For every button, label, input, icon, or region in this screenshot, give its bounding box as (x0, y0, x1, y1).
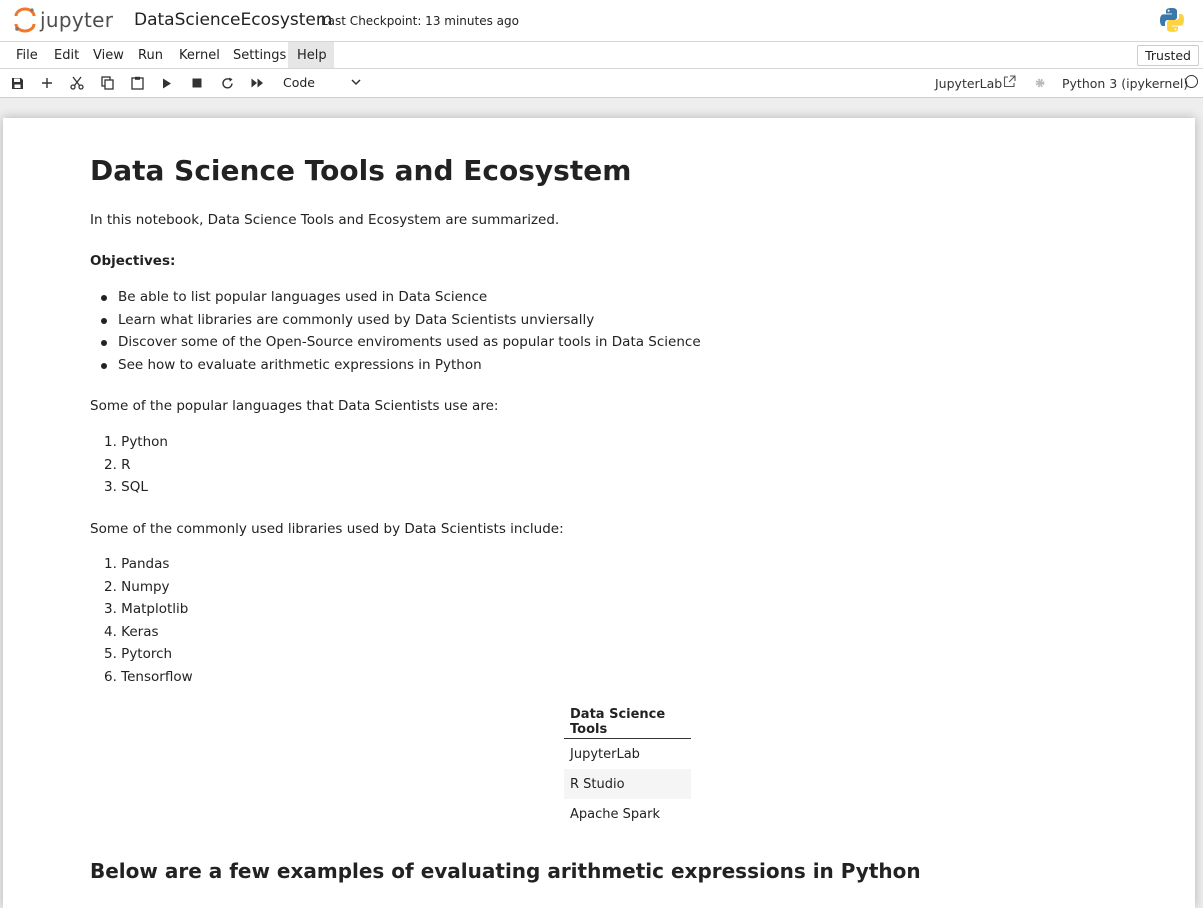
chevron-down-icon (351, 79, 361, 86)
kernel-status-icon (1185, 75, 1198, 88)
languages-list: 1. Python 2. R 3. SQL (90, 431, 168, 499)
tools-table: Data Science Tools JupyterLab R Studio A… (564, 706, 691, 829)
list-item: See how to evaluate arithmetic expressio… (90, 354, 701, 377)
gear-icon (1035, 78, 1045, 88)
table-header-cell: Data Science Tools (564, 706, 691, 739)
menu-settings[interactable]: Settings (226, 42, 293, 68)
table-row: JupyterLab (564, 739, 691, 770)
libraries-list: 1. Pandas 2. Numpy 3. Matplotlib 4. Kera… (90, 553, 193, 688)
menu-run[interactable]: Run (131, 42, 170, 68)
trusted-badge[interactable]: Trusted (1137, 45, 1199, 66)
restart-icon (221, 77, 233, 89)
save-button[interactable] (8, 75, 26, 91)
insert-cell-button[interactable] (38, 75, 56, 91)
cell-type-select[interactable]: Code (283, 75, 363, 91)
copy-icon (100, 76, 114, 90)
list-item: 2. Numpy (104, 578, 170, 595)
plus-icon (42, 78, 52, 88)
table-header-row: Data Science Tools (564, 706, 691, 739)
objectives-label: Objectives: (90, 253, 176, 269)
bullet-icon (101, 340, 107, 346)
list-item: 2. R (104, 456, 131, 473)
stop-icon (192, 78, 202, 88)
table-cell: JupyterLab (570, 746, 640, 762)
notebook-heading: Data Science Tools and Ecosystem (90, 154, 632, 187)
list-item: 1. Python (104, 434, 168, 450)
objectives-list: Be able to list popular languages used i… (90, 286, 701, 376)
logo-text: jupyter (40, 8, 114, 32)
intro-text: In this notebook, Data Science Tools and… (90, 212, 560, 228)
interrupt-button[interactable] (188, 75, 206, 91)
fast-forward-icon (251, 78, 263, 88)
menu-kernel[interactable]: Kernel (172, 42, 227, 68)
list-item: 5. Pytorch (104, 646, 173, 662)
python-logo-icon (1160, 8, 1184, 32)
table-row: R Studio (564, 769, 691, 799)
copy-button[interactable] (98, 75, 116, 91)
list-item: Be able to list popular languages used i… (90, 286, 701, 309)
checkpoint-status: Last Checkpoint: 13 minutes ago (321, 14, 519, 28)
table-cell: Apache Spark (570, 806, 660, 822)
notebook-page: Data Science Tools and Ecosystem In this… (3, 118, 1195, 908)
paste-icon (130, 76, 144, 90)
bullet-icon (101, 295, 107, 301)
external-link-icon[interactable] (1003, 75, 1016, 88)
list-item: 6. Tensorflow (104, 668, 193, 685)
libraries-intro: Some of the commonly used libraries used… (90, 521, 564, 537)
languages-intro: Some of the popular languages that Data … (90, 398, 499, 414)
cut-button[interactable] (68, 75, 86, 91)
bullet-icon (101, 362, 107, 369)
scissors-icon (70, 76, 84, 90)
list-item: Learn what libraries are commonly used b… (90, 309, 701, 332)
menu-file[interactable]: File (9, 42, 45, 68)
jupyter-logo-icon (14, 7, 36, 33)
menu-view[interactable]: View (86, 42, 131, 68)
play-icon (163, 78, 171, 88)
examples-heading: Below are a few examples of evaluating a… (90, 859, 921, 883)
menu-edit[interactable]: Edit (47, 42, 86, 68)
list-item: 1. Pandas (104, 556, 170, 572)
header: jupyter DataScienceEcosystem Last Checkp… (0, 0, 1203, 41)
list-item: 3. SQL (104, 479, 148, 495)
toolbar: Code JupyterLab Python 3 (ipykernel) (0, 69, 1203, 98)
run-button[interactable] (158, 75, 176, 91)
restart-button[interactable] (218, 75, 236, 91)
save-icon (11, 77, 23, 89)
restart-run-all-button[interactable] (248, 75, 266, 91)
menu-help[interactable]: Help (288, 42, 334, 68)
list-item: Discover some of the Open-Source envirom… (90, 331, 701, 354)
bullet-icon (101, 317, 107, 324)
paste-button[interactable] (128, 75, 146, 91)
list-item: 4. Keras (104, 623, 159, 640)
table-row: Apache Spark (564, 799, 691, 829)
list-item: 3. Matplotlib (104, 601, 189, 617)
notebook-title[interactable]: DataScienceEcosystem (134, 10, 332, 30)
cell-type-value: Code (283, 75, 316, 90)
jupyterlab-link[interactable]: JupyterLab (935, 76, 1002, 91)
table-cell: R Studio (564, 769, 691, 799)
menubar: File Edit View Run Kernel Settings Help … (0, 41, 1203, 69)
jupyter-logo[interactable]: jupyter (14, 5, 113, 35)
kernel-name[interactable]: Python 3 (ipykernel) (1062, 76, 1188, 91)
